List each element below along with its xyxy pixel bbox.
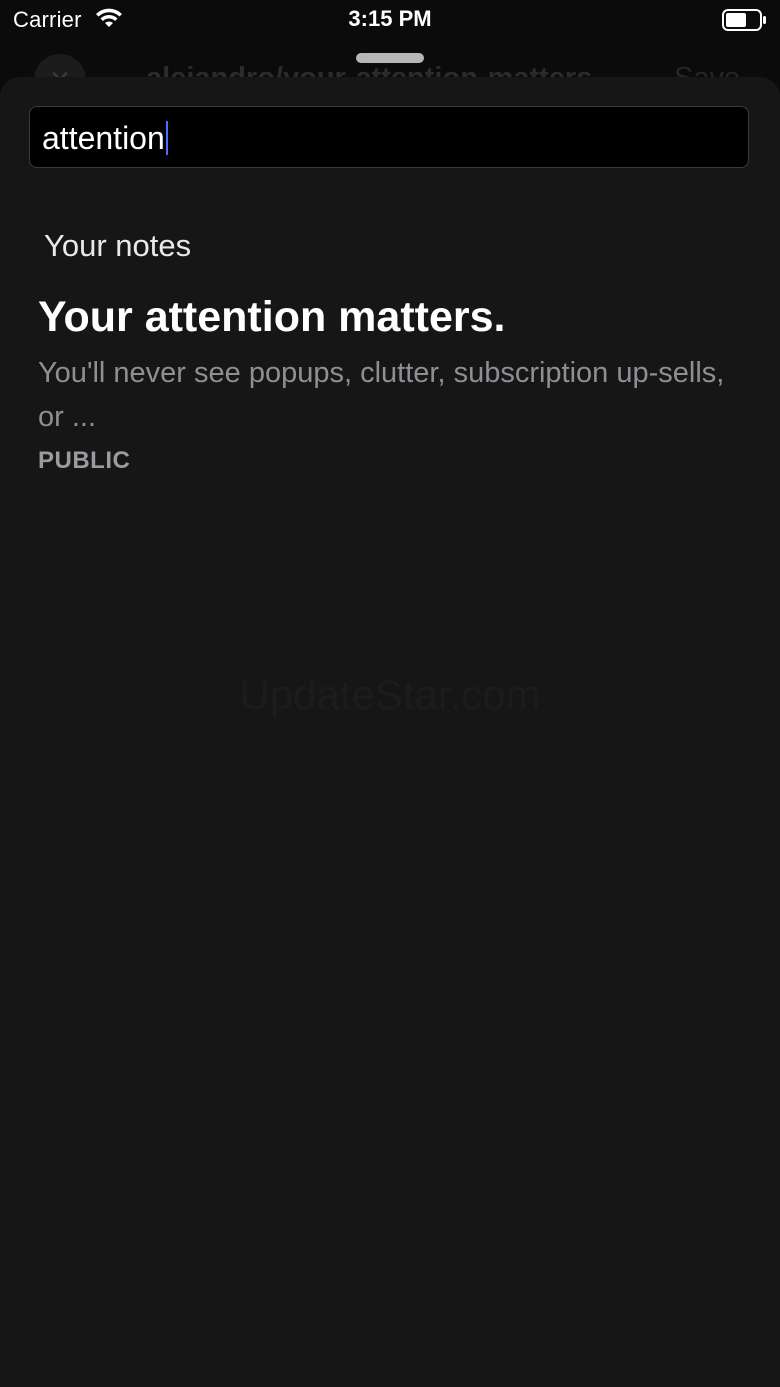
search-query: attention (42, 120, 165, 156)
note-result-item[interactable]: Your attention matters. You'll never see… (38, 287, 748, 475)
visibility-badge: PUBLIC (38, 447, 131, 474)
battery-icon (722, 9, 768, 31)
status-time: 3:15 PM (348, 6, 432, 31)
status-bar: Carrier 3:15 PM (0, 0, 780, 40)
watermark: UpdateStar.com (239, 671, 541, 718)
search-input[interactable]: attention (29, 106, 749, 168)
text-caret (165, 121, 168, 155)
search-sheet: attention Your notes Your attention matt… (0, 77, 780, 1387)
screen: Carrier 3:15 PM ✕ alejandro/your-attenti… (0, 0, 780, 1387)
note-excerpt: You'll never see popups, clutter, subscr… (38, 357, 725, 433)
note-title: Your attention matters. (38, 293, 506, 341)
search-input-value: attention (42, 120, 168, 157)
sheet-grabber[interactable] (356, 53, 424, 63)
section-heading-your-notes: Your notes (44, 228, 192, 263)
